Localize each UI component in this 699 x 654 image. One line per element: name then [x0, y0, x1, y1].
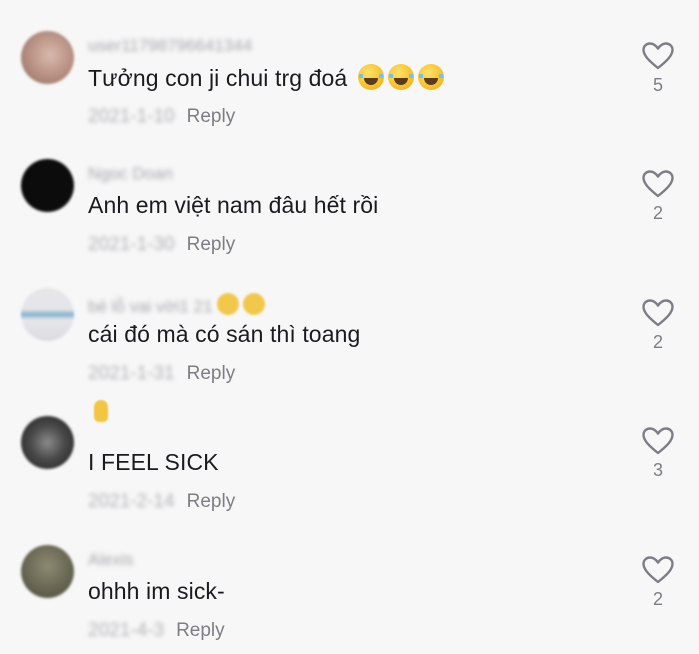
comment-meta: 2021-2-14 Reply — [88, 491, 235, 513]
comment-meta: 2021-1-31 Reply — [88, 363, 235, 385]
like-button[interactable]: 2 — [640, 169, 676, 224]
comment-list: user11798796641344 Tưởng con ji chui trg… — [0, 0, 699, 654]
comment-username[interactable]: Alexis — [88, 550, 133, 570]
laughing-tears-emoji-icon — [357, 64, 384, 90]
comment-username[interactable]: bé lỗ vai vời1 21 — [88, 293, 265, 317]
like-count: 3 — [652, 460, 663, 480]
avatar[interactable] — [21, 416, 74, 469]
comment-username[interactable]: user11798796641344 — [88, 36, 252, 56]
comment-item: I FEEL SICK 2021-2-14 Reply 3 — [0, 385, 699, 513]
like-count: 2 — [652, 203, 663, 223]
comment-username-text: bé lỗ vai vời1 21 — [88, 297, 213, 316]
comment-text: Tưởng con ji chui trg đoá — [88, 64, 444, 92]
comment-text: Anh em việt nam đâu hết rồi — [88, 192, 379, 218]
heart-outline-icon — [642, 299, 674, 327]
heart-outline-icon — [642, 427, 674, 455]
avatar[interactable] — [21, 288, 74, 341]
comment-meta: 2021-1-10 Reply — [88, 106, 235, 128]
avatar[interactable] — [21, 159, 74, 212]
like-button[interactable]: 3 — [640, 426, 676, 481]
reply-button[interactable]: Reply — [187, 106, 236, 128]
comment-username[interactable]: Ngoc Doan — [88, 164, 173, 184]
comment-item: bé lỗ vai vời1 21 cái đó mà có sán thì t… — [0, 257, 699, 385]
like-button[interactable]: 5 — [640, 41, 676, 96]
like-button[interactable]: 2 — [640, 298, 676, 353]
like-count: 2 — [652, 332, 663, 352]
avatar[interactable] — [21, 545, 74, 598]
avatar[interactable] — [21, 31, 74, 84]
laughing-tears-emoji-icon — [387, 64, 414, 90]
smile-emoji-icon — [242, 293, 265, 315]
comment-item: Ngoc Doan Anh em việt nam đâu hết rồi 20… — [0, 128, 699, 256]
hand-emoji-icon — [94, 400, 108, 422]
like-button[interactable]: 2 — [640, 555, 676, 610]
comment-date: 2021-1-31 — [88, 363, 175, 384]
comment-meta: 2021-4-3 Reply — [88, 620, 225, 642]
heart-outline-icon — [642, 170, 674, 198]
heart-outline-icon — [642, 556, 674, 584]
smile-emoji-icon — [216, 293, 239, 315]
comment-text-content: Tưởng con ji chui trg đoá — [88, 65, 348, 91]
comment-date: 2021-2-14 — [88, 491, 175, 512]
reply-button[interactable]: Reply — [187, 234, 236, 256]
like-count: 5 — [652, 75, 663, 95]
comment-item: user11798796641344 Tưởng con ji chui trg… — [0, 0, 699, 128]
reply-button[interactable]: Reply — [187, 491, 236, 513]
like-count: 2 — [652, 589, 663, 609]
comment-text: I FEEL SICK — [88, 449, 219, 475]
comment-item: Alexis ohhh im sick- 2021-4-3 Reply 2 — [0, 514, 699, 642]
comment-date: 2021-1-10 — [88, 106, 175, 127]
laughing-tears-emoji-icon — [417, 64, 444, 90]
comment-meta: 2021-1-30 Reply — [88, 234, 235, 256]
reply-button[interactable]: Reply — [187, 363, 236, 385]
comment-date: 2021-4-3 — [88, 620, 165, 641]
comment-date: 2021-1-30 — [88, 234, 175, 255]
comment-text: ohhh im sick- — [88, 578, 225, 604]
heart-outline-icon — [642, 42, 674, 70]
reply-button[interactable]: Reply — [176, 620, 225, 642]
comment-text: cái đó mà có sán thì toang — [88, 321, 361, 347]
